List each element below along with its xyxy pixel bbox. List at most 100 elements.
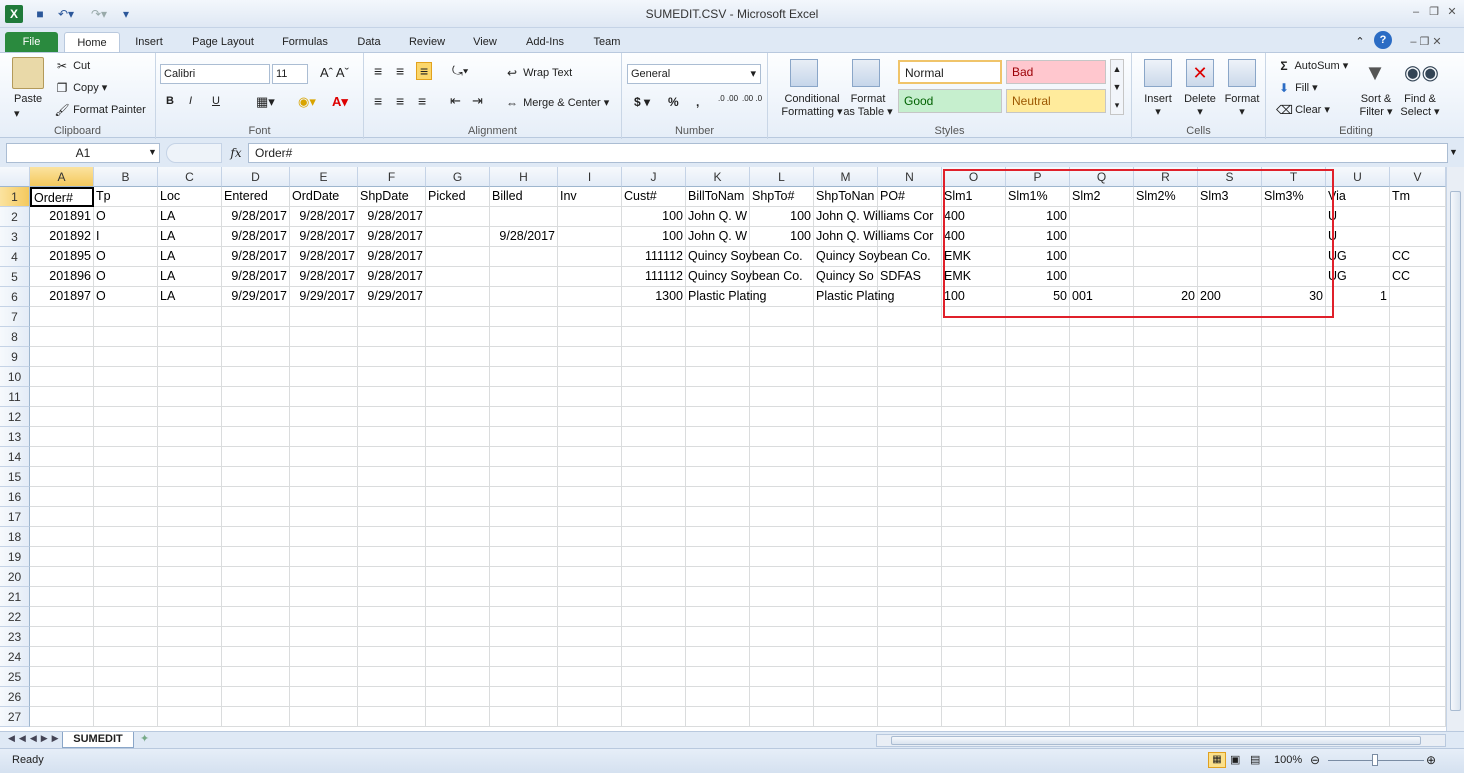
cell-m1[interactable]: ShpToNan [814, 187, 878, 207]
cell-j10[interactable] [622, 367, 686, 387]
cell-f10[interactable] [358, 367, 426, 387]
cell-t8[interactable] [1262, 327, 1326, 347]
horizontal-scroll-thumb[interactable] [891, 736, 1421, 745]
cell-l20[interactable] [750, 567, 814, 587]
cell-u11[interactable] [1326, 387, 1390, 407]
cell-r8[interactable] [1134, 327, 1198, 347]
row-header-17[interactable]: 17 [0, 507, 30, 527]
cell-k22[interactable] [686, 607, 750, 627]
expand-formula-bar-icon[interactable]: ▼ [1449, 147, 1458, 157]
cell-i19[interactable] [558, 547, 622, 567]
cell-f24[interactable] [358, 647, 426, 667]
cell-p25[interactable] [1006, 667, 1070, 687]
column-header-c[interactable]: C [158, 167, 222, 187]
cell-i9[interactable] [558, 347, 622, 367]
cell-v10[interactable] [1390, 367, 1446, 387]
cell-v27[interactable] [1390, 707, 1446, 727]
cell-f18[interactable] [358, 527, 426, 547]
cell-a10[interactable] [30, 367, 94, 387]
cell-f26[interactable] [358, 687, 426, 707]
cut-button[interactable]: ✂ Cut [54, 58, 90, 74]
cell-e2[interactable]: 9/28/2017 [290, 207, 358, 227]
cell-b24[interactable] [94, 647, 158, 667]
cell-i4[interactable] [558, 247, 622, 267]
cell-n25[interactable] [878, 667, 942, 687]
cell-e9[interactable] [290, 347, 358, 367]
number-format-combo[interactable]: General ▾ [627, 64, 761, 84]
cell-u1[interactable]: Via [1326, 187, 1390, 207]
cell-o18[interactable] [942, 527, 1006, 547]
cell-v13[interactable] [1390, 427, 1446, 447]
cell-m7[interactable] [814, 307, 878, 327]
cell-q11[interactable] [1070, 387, 1134, 407]
cell-e10[interactable] [290, 367, 358, 387]
row-header-23[interactable]: 23 [0, 627, 30, 647]
cell-u6[interactable]: 1 [1326, 287, 1390, 307]
row-header-26[interactable]: 26 [0, 687, 30, 707]
cell-h15[interactable] [490, 467, 558, 487]
cell-b13[interactable] [94, 427, 158, 447]
cell-b23[interactable] [94, 627, 158, 647]
cell-h6[interactable] [490, 287, 558, 307]
cell-e4[interactable]: 9/28/2017 [290, 247, 358, 267]
cell-d19[interactable] [222, 547, 290, 567]
cell-n4[interactable] [878, 247, 942, 267]
cell-i22[interactable] [558, 607, 622, 627]
cell-p11[interactable] [1006, 387, 1070, 407]
sort-filter-icon[interactable]: ▼ [1362, 59, 1388, 87]
cell-k15[interactable] [686, 467, 750, 487]
cell-o27[interactable] [942, 707, 1006, 727]
cell-r27[interactable] [1134, 707, 1198, 727]
tab-team[interactable]: Team [584, 32, 630, 52]
orientation-icon[interactable]: ⤿▾ [452, 63, 468, 79]
cell-l1[interactable]: ShpTo# [750, 187, 814, 207]
row-header-2[interactable]: 2 [0, 207, 30, 227]
paste-button[interactable]: Paste [14, 93, 42, 105]
cell-f3[interactable]: 9/28/2017 [358, 227, 426, 247]
cell-r10[interactable] [1134, 367, 1198, 387]
cell-j13[interactable] [622, 427, 686, 447]
decrease-decimal-button[interactable]: .00 .0 [742, 95, 762, 103]
cell-b17[interactable] [94, 507, 158, 527]
cell-t27[interactable] [1262, 707, 1326, 727]
cell-c17[interactable] [158, 507, 222, 527]
cell-q16[interactable] [1070, 487, 1134, 507]
cell-k20[interactable] [686, 567, 750, 587]
column-header-k[interactable]: K [686, 167, 750, 187]
row-header-21[interactable]: 21 [0, 587, 30, 607]
cell-f25[interactable] [358, 667, 426, 687]
cell-u8[interactable] [1326, 327, 1390, 347]
tab-data[interactable]: Data [346, 32, 392, 52]
cell-v18[interactable] [1390, 527, 1446, 547]
binoculars-icon[interactable]: ◉◉ [1404, 59, 1439, 87]
cell-k25[interactable] [686, 667, 750, 687]
minimize-ribbon-icon[interactable]: ⌃ [1352, 32, 1368, 52]
cell-n20[interactable] [878, 567, 942, 587]
insert-sheet-icon[interactable]: ✦ [140, 732, 158, 745]
copy-button[interactable]: ❐ Copy ▾ [54, 80, 108, 96]
cell-v12[interactable] [1390, 407, 1446, 427]
cell-a7[interactable] [30, 307, 94, 327]
cell-c23[interactable] [158, 627, 222, 647]
cell-i18[interactable] [558, 527, 622, 547]
cell-m19[interactable] [814, 547, 878, 567]
cell-g26[interactable] [426, 687, 490, 707]
cell-u18[interactable] [1326, 527, 1390, 547]
cell-p12[interactable] [1006, 407, 1070, 427]
cell-s11[interactable] [1198, 387, 1262, 407]
cell-e22[interactable] [290, 607, 358, 627]
underline-button[interactable]: U [212, 95, 220, 107]
cell-f23[interactable] [358, 627, 426, 647]
horizontal-scrollbar[interactable] [876, 734, 1446, 747]
cell-c12[interactable] [158, 407, 222, 427]
cell-p13[interactable] [1006, 427, 1070, 447]
cell-p16[interactable] [1006, 487, 1070, 507]
cell-i8[interactable] [558, 327, 622, 347]
cell-i14[interactable] [558, 447, 622, 467]
cell-d4[interactable]: 9/28/2017 [222, 247, 290, 267]
cell-p9[interactable] [1006, 347, 1070, 367]
cell-j15[interactable] [622, 467, 686, 487]
cell-l12[interactable] [750, 407, 814, 427]
cell-e21[interactable] [290, 587, 358, 607]
cell-p15[interactable] [1006, 467, 1070, 487]
